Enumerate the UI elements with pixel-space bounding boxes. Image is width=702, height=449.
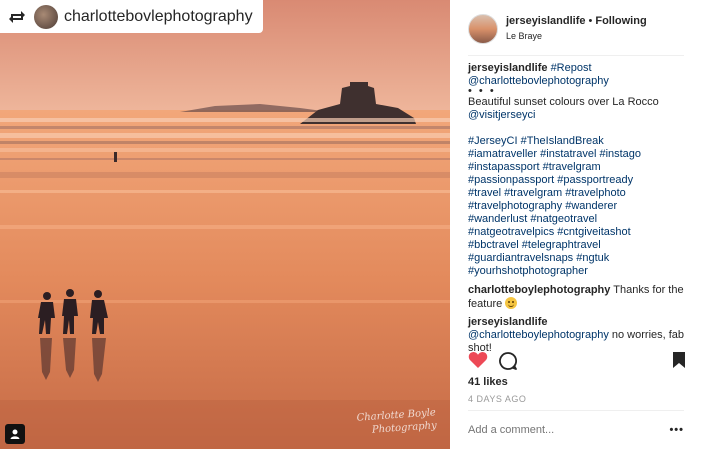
- repost-icon: [6, 6, 28, 28]
- likes-count[interactable]: 41 likes: [468, 376, 508, 388]
- repost-username: charlottebovlephotography: [64, 7, 253, 25]
- hashtag-line[interactable]: #iamatraveller #instatravel #instago: [468, 148, 686, 161]
- header-username[interactable]: jerseyislandlife: [506, 15, 586, 27]
- post-header: jerseyislandlife • Following Le Braye: [468, 14, 684, 44]
- divider: [468, 55, 684, 56]
- caption: jerseyislandlife #Repost @charlottebovle…: [468, 62, 686, 88]
- hashtag-line[interactable]: #JerseyCI #TheIslandBreak: [468, 135, 686, 148]
- caption-dots: • • •: [468, 85, 496, 97]
- caption-mention[interactable]: @visitjerseyci: [468, 109, 686, 122]
- comment-username[interactable]: charlotteboylephotography: [468, 284, 610, 296]
- avatar[interactable]: [468, 14, 498, 44]
- caption-username[interactable]: jerseyislandlife: [468, 62, 548, 74]
- bookmark-icon[interactable]: [672, 351, 686, 374]
- photo-watermark: Charlotte Boyle Photography: [356, 406, 437, 437]
- add-comment-input[interactable]: [468, 424, 658, 436]
- location-link[interactable]: Le Braye: [506, 29, 647, 44]
- hashtag-line[interactable]: #travel #travelgram #travelphoto: [468, 187, 686, 200]
- header-separator: •: [588, 15, 593, 27]
- caption-text: Beautiful sunset colours over La Rocco: [468, 96, 659, 108]
- repost-hashtag[interactable]: #Repost: [551, 62, 592, 74]
- follow-status-button[interactable]: Following: [595, 15, 646, 27]
- hashtag-line[interactable]: #yourhshotphotographer: [468, 265, 686, 278]
- tagged-user-icon[interactable]: [5, 424, 25, 444]
- post-date: 4 DAYS AGO: [468, 394, 527, 404]
- comment-bubble-icon[interactable]: [498, 351, 518, 376]
- post-photo[interactable]: charlottebovlephotography Charlotte Boyl…: [0, 0, 450, 449]
- hashtag-line[interactable]: #bbctravel #telegraphtravel: [468, 239, 686, 252]
- action-bar: [468, 350, 686, 372]
- repost-tag[interactable]: charlottebovlephotography: [0, 0, 263, 33]
- divider: [468, 410, 684, 411]
- more-options-icon[interactable]: •••: [669, 424, 684, 436]
- hashtag-line[interactable]: #travelphotography #wanderer: [468, 200, 686, 213]
- smile-emoji-icon: [505, 297, 518, 309]
- comment-mention-cont[interactable]: aphy: [585, 329, 609, 341]
- comment: charlotteboylephotography Thanks for the…: [468, 284, 686, 311]
- hashtag-line[interactable]: #natgeotravelpics #cntgiveitashot: [468, 226, 686, 239]
- like-heart-icon[interactable]: [468, 351, 488, 374]
- sunset-beach-image: [0, 0, 450, 449]
- repost-avatar: [34, 4, 58, 29]
- hashtag-line[interactable]: #guardiantravelsnaps #ngtuk: [468, 252, 686, 265]
- hashtag-line[interactable]: #instapassport #travelgram: [468, 161, 686, 174]
- comment-username[interactable]: jerseyislandlife: [468, 316, 548, 328]
- hashtag-line[interactable]: #wanderlust #natgeotravel: [468, 213, 686, 226]
- comments-section: jerseyislandlife #Repost @charlottebovle…: [468, 62, 686, 355]
- comment-mention[interactable]: @charlotteboylephotogr: [468, 329, 585, 341]
- hashtag-line[interactable]: #passionpassport #passportready: [468, 174, 686, 187]
- post-sidebar: jerseyislandlife • Following Le Braye jers…: [450, 0, 702, 449]
